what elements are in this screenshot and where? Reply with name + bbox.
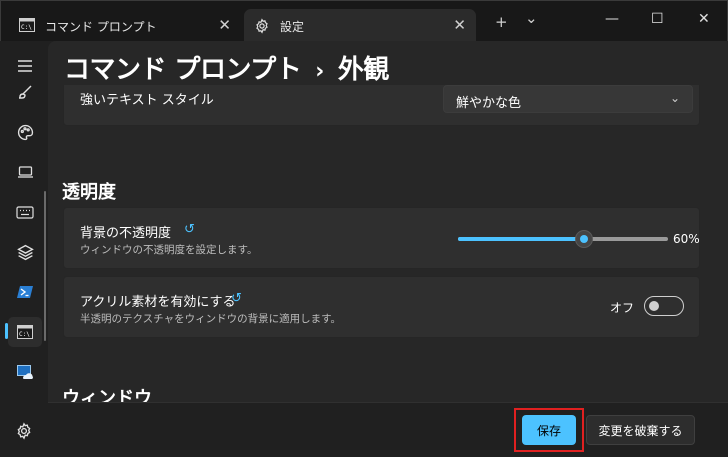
breadcrumb-parent[interactable]: コマンド プロンプト (64, 55, 302, 85)
close-window-button[interactable]: ✕ (698, 11, 710, 27)
settings-page: 強いテキスト スタイル 鮮やかな色 ⌄ コマンド プロンプト › 外観 透明度 背景… (48, 41, 728, 402)
text-style-label: 強いテキスト スタイル (80, 93, 214, 108)
tab-label: 設定 (280, 20, 305, 34)
powershell-icon (16, 286, 33, 298)
nav-powershell-profile[interactable] (8, 277, 42, 307)
close-tab-icon[interactable]: ✕ (218, 16, 231, 34)
chevron-down-icon: ⌄ (669, 91, 680, 105)
svg-text:C:\: C:\ (21, 24, 32, 31)
acrylic-description: 半透明のテクスチャをウィンドウの背景に適用します。 (80, 313, 342, 325)
gear-icon (17, 422, 31, 440)
new-tab-button[interactable]: + (495, 14, 508, 30)
text-style-dropdown[interactable]: 鮮やかな色 ⌄ (443, 85, 693, 113)
cmd-icon: C:\ (17, 325, 33, 339)
minimize-button[interactable]: — (605, 11, 619, 27)
tab-dropdown-button[interactable]: ⌄ (525, 10, 538, 26)
title-bar: C:\ コマンド プロンプト ✕ 設定 ✕ + ⌄ — ☐ ✕ (0, 0, 728, 42)
nav-azure-profile[interactable] (8, 357, 42, 387)
menu-icon (18, 60, 32, 72)
nav-rail: C:\ (0, 41, 48, 457)
laptop-icon (17, 166, 33, 178)
opacity-value: 60% (673, 232, 700, 246)
dropdown-value: 鮮やかな色 (456, 96, 522, 111)
slider-fill (458, 237, 584, 241)
tab-label: コマンド プロンプト (45, 20, 157, 34)
svg-text:C:\: C:\ (19, 331, 30, 338)
page-title: 外観 (337, 55, 390, 85)
slider-thumb[interactable] (575, 230, 593, 248)
opacity-slider[interactable] (458, 230, 668, 248)
window-section-heading: ウィンドウ (62, 388, 152, 402)
maximize-button[interactable]: ☐ (651, 11, 664, 27)
footer-bar: 保存 変更を破棄する (48, 402, 728, 457)
nav-cmd-profile[interactable]: C:\ (8, 317, 42, 347)
opacity-title: 背景の不透明度 (80, 226, 172, 241)
text-style-card: 強いテキスト スタイル 鮮やかな色 ⌄ (63, 81, 700, 126)
nav-appearance[interactable] (8, 77, 42, 107)
tab-command-prompt[interactable]: C:\ コマンド プロンプト ✕ (9, 9, 241, 42)
rail-scrollbar[interactable] (44, 191, 46, 341)
acrylic-toggle[interactable] (644, 296, 684, 316)
palette-icon (17, 124, 33, 140)
close-tab-icon[interactable]: ✕ (453, 16, 466, 34)
reset-icon[interactable]: ↺ (184, 222, 195, 237)
gear-icon (254, 18, 270, 37)
breadcrumb: コマンド プロンプト › 外観 (64, 49, 389, 86)
acrylic-card: アクリル素材を有効にする ↺ 半透明のテクスチャをウィンドウの背景に適用します。… (63, 276, 700, 338)
breadcrumb-separator: › (315, 59, 324, 84)
layers-icon (16, 244, 34, 260)
nav-defaults[interactable] (8, 237, 42, 267)
toggle-knob (649, 301, 659, 311)
tab-settings[interactable]: 設定 ✕ (244, 9, 476, 42)
keyboard-icon (16, 205, 34, 219)
cmd-icon: C:\ (19, 18, 35, 35)
nav-color-schemes[interactable] (8, 117, 42, 147)
transparency-heading: 透明度 (62, 182, 116, 203)
opacity-description: ウィンドウの不透明度を設定します。 (80, 244, 258, 256)
cloud-shell-icon (16, 365, 33, 379)
opacity-card: 背景の不透明度 ↺ ウィンドウの不透明度を設定します。 60% (63, 207, 700, 269)
discard-changes-button[interactable]: 変更を破棄する (586, 415, 695, 445)
acrylic-state-label: オフ (610, 301, 635, 315)
save-button[interactable]: 保存 (522, 415, 576, 445)
nav-interaction[interactable] (8, 197, 42, 227)
nav-rendering[interactable] (8, 157, 42, 187)
brush-icon (18, 85, 32, 99)
acrylic-title: アクリル素材を有効にする (80, 295, 236, 310)
open-settings-gear[interactable] (15, 422, 33, 444)
reset-icon[interactable]: ↺ (231, 291, 242, 306)
